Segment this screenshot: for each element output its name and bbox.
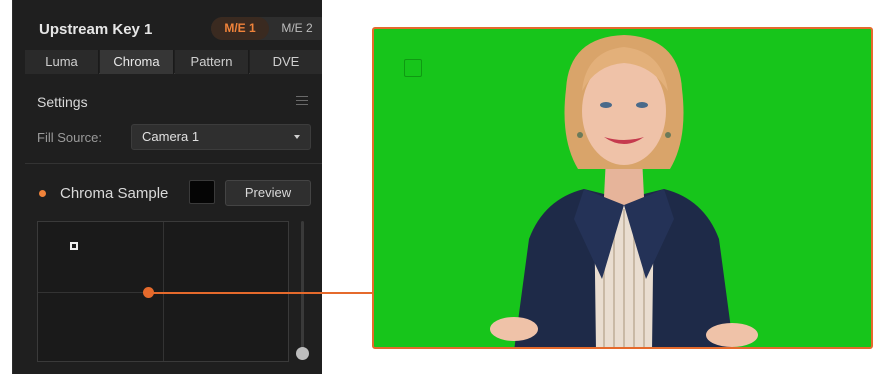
slider-handle[interactable] bbox=[296, 347, 309, 360]
chroma-sample-swatch bbox=[189, 180, 215, 204]
sample-box-icon bbox=[404, 59, 422, 77]
fill-source-dropdown[interactable]: Camera 1 bbox=[131, 124, 311, 150]
me-1-tab[interactable]: M/E 1 bbox=[211, 17, 269, 40]
chroma-sample-label: Chroma Sample bbox=[60, 185, 169, 202]
section-divider bbox=[25, 163, 322, 164]
presenter-image bbox=[490, 35, 758, 347]
panel-header: Upstream Key 1 M/E 1 M/E 2 bbox=[13, 12, 322, 46]
tab-dve[interactable]: DVE bbox=[250, 50, 322, 74]
chevron-down-icon bbox=[294, 135, 300, 139]
sample-marker[interactable] bbox=[70, 242, 78, 250]
tab-luma[interactable]: Luma bbox=[25, 50, 99, 74]
key-type-tabs: Luma Chroma Pattern DVE bbox=[25, 50, 322, 74]
upstream-key-panel: Upstream Key 1 M/E 1 M/E 2 Luma Chroma P… bbox=[12, 0, 322, 374]
hamburger-menu-icon[interactable] bbox=[296, 96, 308, 106]
tab-pattern[interactable]: Pattern bbox=[175, 50, 249, 74]
fill-source-label: Fill Source: bbox=[37, 130, 103, 145]
tab-chroma[interactable]: Chroma bbox=[100, 50, 174, 74]
sample-size-slider[interactable] bbox=[301, 221, 304, 355]
green-screen-preview bbox=[372, 27, 873, 349]
preview-button[interactable]: Preview bbox=[225, 180, 311, 206]
me-selector: M/E 1 M/E 2 bbox=[211, 17, 322, 40]
callout-dot bbox=[143, 287, 154, 298]
settings-heading: Settings bbox=[37, 94, 88, 110]
fill-source-value: Camera 1 bbox=[142, 129, 200, 144]
chroma-sample-status-dot bbox=[39, 190, 46, 197]
me-2-tab[interactable]: M/E 2 bbox=[269, 17, 322, 40]
callout-line bbox=[148, 292, 374, 294]
panel-title: Upstream Key 1 bbox=[39, 21, 153, 38]
